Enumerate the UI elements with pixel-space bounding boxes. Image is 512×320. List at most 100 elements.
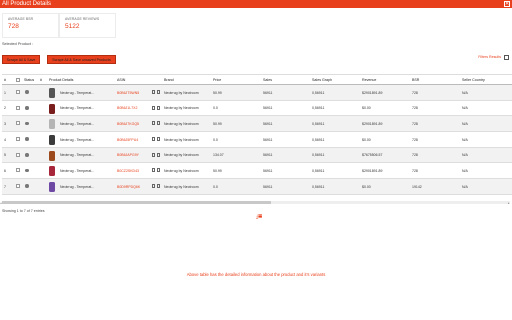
- asin-link[interactable]: B0B6J1L7X2: [117, 106, 137, 110]
- asin-link[interactable]: B0B6JT5WN5: [117, 91, 139, 95]
- revenue: $0.00: [362, 184, 371, 189]
- row-number: 3: [4, 121, 6, 126]
- asin-link[interactable]: B0D9RPDQ6K: [117, 185, 140, 189]
- product-name[interactable]: Neotrrug - Temperat...: [60, 169, 94, 173]
- row-number: 2: [4, 106, 6, 111]
- table-body: 1 Neotrrug - Temperat... B0B6JT5WN5 Neotrru…: [2, 85, 512, 195]
- copy-icon[interactable]: [152, 184, 155, 189]
- brand: Neotrrug by Neotroom: [164, 121, 199, 126]
- asin-link[interactable]: B0B6J7KGQ5: [117, 122, 139, 126]
- sales: 56911: [263, 137, 273, 142]
- product-name[interactable]: Neotrrug - Temperat...: [60, 106, 94, 110]
- open-link-icon[interactable]: [157, 105, 160, 110]
- brand: Neotrrug by Neotroom: [164, 137, 199, 142]
- product-name[interactable]: Neotrrug - Temperat...: [60, 153, 94, 157]
- row-number: 1: [4, 90, 6, 95]
- col-bsr[interactable]: BSR: [412, 78, 419, 82]
- bsr: 728: [412, 137, 418, 142]
- row-number: 7: [4, 184, 6, 189]
- open-link-icon[interactable]: [157, 121, 160, 126]
- col-sales-graph[interactable]: Sales Graph: [312, 78, 332, 82]
- row-checkbox[interactable]: [16, 152, 20, 157]
- table-row[interactable]: 6 Neotrrug - Temperat... B0CZ2SKD43 Neotrru…: [2, 163, 512, 180]
- price: 134.07: [213, 153, 224, 158]
- seller-country: N/A: [462, 184, 468, 189]
- table-row[interactable]: 4 Neotrrug - Temperat... B0B6J5FPU4 Neotrru…: [2, 132, 512, 148]
- bsr: 728: [412, 106, 418, 111]
- table-header: # Status # Product Details ASIN Brand Pr…: [2, 74, 512, 85]
- copy-icon[interactable]: [152, 168, 155, 173]
- average-bsr-label: AVERAGE BSR: [8, 17, 34, 21]
- copy-icon[interactable]: [152, 90, 155, 94]
- product-name[interactable]: Neotrrug - Temperat...: [60, 122, 94, 126]
- col-brand[interactable]: Brand: [164, 78, 174, 82]
- scrape-all-button[interactable]: Scrape All & Save: [2, 55, 40, 64]
- bsr: 728: [412, 168, 418, 173]
- row-number: 5: [4, 153, 6, 158]
- horizontal-scrollbar-thumb[interactable]: [2, 201, 271, 204]
- revenue: $7675506.57: [362, 153, 383, 158]
- row-checkbox[interactable]: [16, 168, 20, 173]
- close-icon[interactable]: ✕: [504, 1, 510, 7]
- revenue: $2901891.89: [362, 168, 383, 173]
- row-checkbox[interactable]: [16, 137, 20, 142]
- open-link-icon[interactable]: [157, 90, 160, 94]
- table-row[interactable]: 1 Neotrrug - Temperat... B0B6JT5WN5 Neotrru…: [2, 85, 512, 101]
- average-bsr-card: AVERAGE BSR 728: [2, 13, 59, 38]
- row-checkbox[interactable]: [16, 121, 20, 126]
- open-link-icon[interactable]: [157, 152, 160, 157]
- average-bsr-value: 728: [8, 23, 19, 30]
- sales: 56911: [263, 106, 273, 111]
- product-name[interactable]: Neotrrug - Temperat...: [60, 138, 94, 142]
- row-checkbox[interactable]: [16, 105, 20, 110]
- row-checkbox[interactable]: [16, 184, 20, 189]
- product-thumbnail: [49, 88, 55, 98]
- col-asin[interactable]: ASIN: [117, 78, 125, 82]
- col-index[interactable]: #: [4, 78, 6, 82]
- sales-graph: 0,56911: [312, 184, 325, 189]
- row-number: 4: [4, 137, 6, 142]
- copy-icon[interactable]: [152, 152, 155, 157]
- scroll-left-icon[interactable]: ◂: [0, 201, 2, 205]
- entries-count: Showing 1 to 7 of 7 entries: [2, 209, 45, 213]
- price: 50.99: [213, 90, 222, 95]
- col-sales[interactable]: Sales: [263, 78, 272, 82]
- copy-icon[interactable]: [152, 105, 155, 110]
- col-price[interactable]: Price: [213, 78, 221, 82]
- open-link-icon[interactable]: [157, 184, 160, 189]
- row-checkbox[interactable]: [16, 90, 20, 94]
- product-name[interactable]: Neotrrug - Temperat...: [60, 185, 94, 189]
- col-status[interactable]: Status: [24, 78, 34, 82]
- sales-graph: 0,56911: [312, 153, 325, 158]
- open-link-icon[interactable]: [157, 137, 160, 142]
- filters-results-link[interactable]: Filters Results: [478, 55, 501, 59]
- copy-icon[interactable]: [152, 137, 155, 142]
- select-all-checkbox[interactable]: [16, 78, 20, 82]
- scroll-right-icon[interactable]: ▸: [508, 201, 510, 205]
- open-link-icon[interactable]: [157, 168, 160, 173]
- products-table: # Status # Product Details ASIN Brand Pr…: [2, 74, 512, 195]
- asin-link[interactable]: B0CZ2SKD43: [117, 169, 139, 173]
- col-revenue[interactable]: Revenue: [362, 78, 376, 82]
- window-titlebar: All Product Details ✕: [0, 0, 512, 8]
- table-row[interactable]: 7 Neotrrug - Temperat... B0D9RPDQ6K Neotrru…: [2, 179, 512, 195]
- scrape-unsaved-button[interactable]: Scrape All & Save unsaved Products: [47, 55, 116, 64]
- copy-icon[interactable]: [152, 121, 155, 126]
- spreadsheet-icon[interactable]: ▦: [258, 214, 262, 220]
- col-product-details[interactable]: Product Details: [49, 78, 73, 82]
- table-row[interactable]: 5 Neotrrug - Temperat... B0B6JAPG9Y Neotrru…: [2, 147, 512, 164]
- table-row[interactable]: 2 Neotrrug - Temperat... B0B6J1L7X2 Neotrru…: [2, 101, 512, 117]
- filter-icon[interactable]: [504, 55, 509, 60]
- sales: 56911: [263, 184, 273, 189]
- revenue: $0.00: [362, 137, 371, 142]
- col-hash[interactable]: #: [40, 78, 42, 82]
- asin-link[interactable]: B0B6J5FPU4: [117, 138, 138, 142]
- product-name[interactable]: Neotrrug - Temperat...: [60, 91, 94, 95]
- table-row[interactable]: 3 Neotrrug - Temperat... B0B6J7KGQ5 Neotrru…: [2, 116, 512, 133]
- sales-graph: 0,56911: [312, 168, 325, 173]
- bsr: 728: [412, 90, 418, 95]
- col-seller-country[interactable]: Seller Country: [462, 78, 485, 82]
- asin-link[interactable]: B0B6JAPG9Y: [117, 153, 139, 157]
- status-indicator: [25, 168, 29, 173]
- seller-country: N/A: [462, 168, 468, 173]
